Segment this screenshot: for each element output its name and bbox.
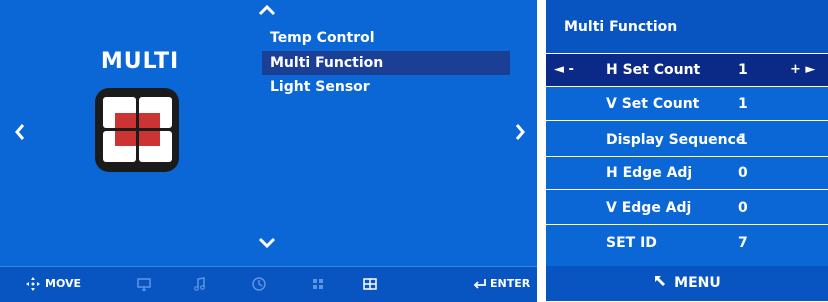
setting-value: 0 [738,165,748,181]
setting-value: 1 [738,62,748,78]
move-icon [26,277,40,291]
increment-button[interactable]: + ► [790,54,815,86]
category-title: MULTI [100,49,180,74]
menu-back-button[interactable]: MENU [546,266,828,301]
menu-label: MENU [674,275,721,291]
settings-title: Multi Function [546,0,828,54]
setting-row-h-set-count[interactable]: ◄ - H Set Count 1 + ► [546,54,828,87]
setting-row-display-sequence[interactable]: Display Sequence 1 [546,124,828,157]
setting-row-h-edge-adj[interactable]: H Edge Adj 0 [546,157,828,190]
setting-label: H Set Count [606,62,701,78]
scroll-down-icon[interactable] [258,236,276,250]
setting-value: 1 [738,132,748,148]
enter-icon [473,279,486,289]
grid-icon[interactable] [310,276,326,292]
multi-function-settings: Multi Function ◄ - H Set Count 1 + ► V S… [546,0,828,301]
menu-item-multi-function[interactable]: Multi Function [262,51,510,75]
setting-value: 7 [738,235,748,251]
setting-label: V Edge Adj [606,200,692,216]
clock-icon[interactable] [251,276,267,292]
setting-row-v-edge-adj[interactable]: V Edge Adj 0 [546,192,828,225]
next-category-icon[interactable] [514,122,526,142]
decrement-button[interactable]: ◄ - [554,54,574,86]
enter-label: ENTER [490,277,531,290]
scroll-up-icon[interactable] [258,3,276,17]
menu-item-light-sensor[interactable]: Light Sensor [262,75,510,99]
setting-row-set-id[interactable]: SET ID 7 [546,227,828,260]
setting-value: 0 [738,200,748,216]
setting-value: 1 [738,96,748,112]
multi-screen-icon [95,88,179,172]
multi-screen-tab-icon[interactable] [362,276,378,292]
setting-label: V Set Count [606,96,700,112]
setting-label: H Edge Adj [606,165,693,181]
back-arrow-icon [655,276,666,286]
navigation-bar: MOVE ENTER [0,266,537,302]
monitor-icon[interactable] [136,276,152,292]
move-label: MOVE [45,277,82,290]
setting-row-v-set-count[interactable]: V Set Count 1 [546,88,828,121]
setting-label: Display Sequence [606,132,746,148]
multi-osd-menu: MULTI Temp Control Multi Function Light … [0,0,537,302]
setting-label: SET ID [606,235,657,251]
menu-item-temp-control[interactable]: Temp Control [262,26,510,50]
previous-category-icon[interactable] [14,122,26,142]
music-icon[interactable] [192,276,208,292]
